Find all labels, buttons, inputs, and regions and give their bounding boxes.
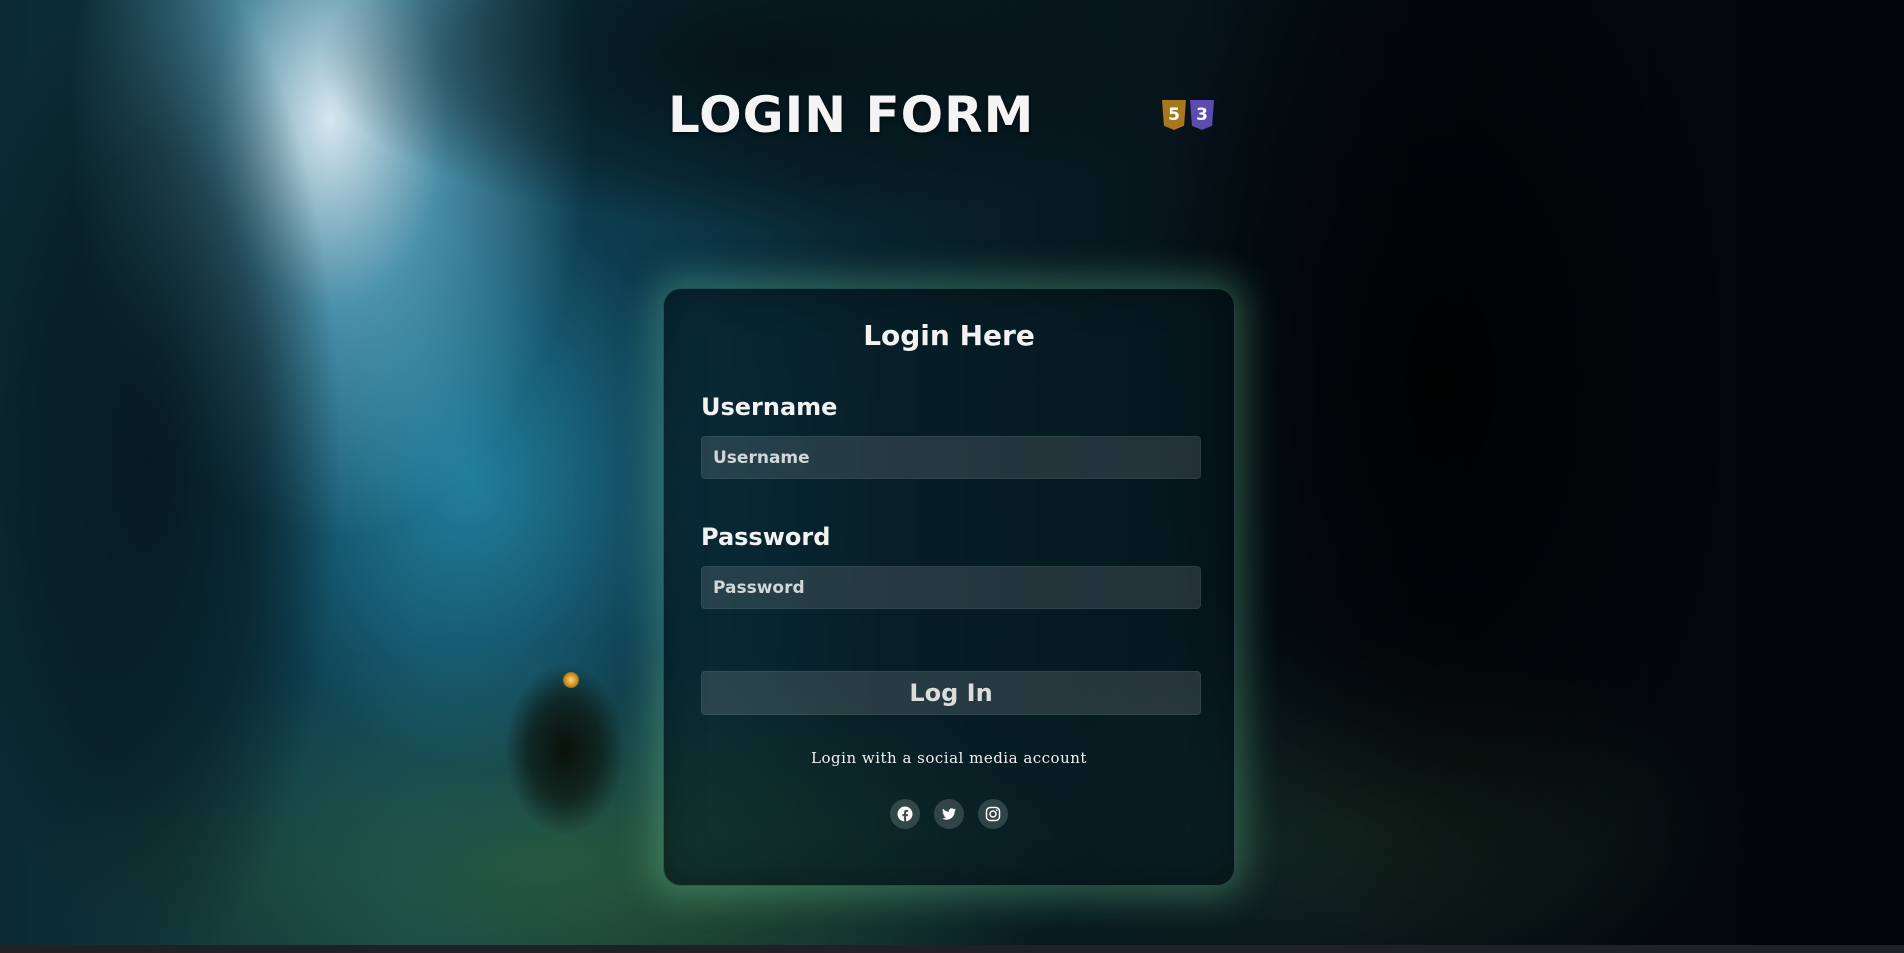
tech-badges: 5 3 bbox=[1162, 100, 1214, 130]
lantern-glow bbox=[563, 672, 579, 688]
twitter-icon bbox=[942, 808, 956, 820]
username-label: Username bbox=[701, 393, 838, 421]
tree-silhouette-right bbox=[1160, 0, 1720, 945]
window-bottom-bar bbox=[0, 945, 1904, 953]
password-label: Password bbox=[701, 523, 831, 551]
twitter-button[interactable] bbox=[934, 799, 964, 829]
css3-icon: 3 bbox=[1190, 100, 1214, 130]
form-title: Login Here bbox=[863, 319, 1035, 352]
facebook-button[interactable] bbox=[890, 799, 920, 829]
tree-silhouette-left bbox=[0, 0, 340, 945]
facebook-icon bbox=[897, 806, 913, 822]
html5-icon: 5 bbox=[1162, 100, 1186, 130]
login-card: Login Here Username Password Log In Logi… bbox=[663, 288, 1235, 886]
password-input[interactable] bbox=[701, 566, 1201, 609]
page-title: LOGIN FORM bbox=[668, 86, 1035, 144]
instagram-icon bbox=[985, 806, 1001, 822]
login-button[interactable]: Log In bbox=[701, 671, 1201, 715]
username-input[interactable] bbox=[701, 436, 1201, 479]
instagram-button[interactable] bbox=[978, 799, 1008, 829]
social-login-buttons bbox=[664, 799, 1234, 829]
social-login-caption: Login with a social media account bbox=[811, 749, 1087, 767]
